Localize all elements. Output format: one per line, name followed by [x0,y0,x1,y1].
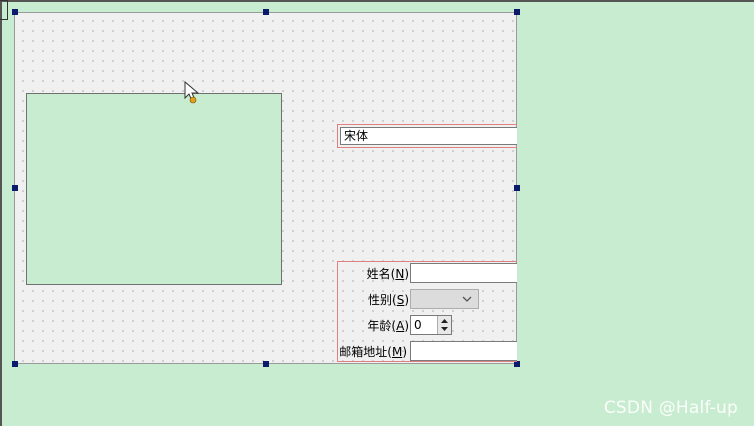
window-corner [0,0,8,20]
email-input[interactable] [410,341,517,361]
gender-combo-box[interactable] [410,289,479,309]
resize-handle-right[interactable] [514,185,520,191]
name-input[interactable] [410,263,517,283]
resize-handle-left[interactable] [12,185,18,191]
resize-handle-bottom-left[interactable] [12,361,18,367]
resize-handle-top[interactable] [263,9,269,15]
resize-handle-top-left[interactable] [12,9,18,15]
window-top-edge [0,0,754,2]
name-label: 姓名(N) [366,267,409,281]
age-spin-value: 0 [414,318,422,332]
spin-up-icon[interactable] [440,317,449,325]
font-layout: 宋体 [337,124,517,148]
font-combo-box[interactable]: 宋体 [340,127,517,145]
resize-handle-top-right[interactable] [514,9,520,15]
form-layout: 姓名(N) 性别(S) 年龄(A) 0 邮箱地址(M) [337,261,517,362]
age-label: 年龄(A) [367,319,409,333]
window-left-edge [0,0,2,426]
spin-down-icon[interactable] [440,325,449,333]
gender-label: 性别(S) [367,293,409,307]
email-label: 邮箱地址(M) [339,345,407,359]
age-spin-box[interactable]: 0 [410,315,452,335]
spin-buttons [437,316,451,334]
watermark: CSDN @Half-up [603,398,738,418]
green-frame-widget[interactable] [26,93,282,285]
chevron-down-icon [462,296,472,302]
resize-handle-bottom[interactable] [263,361,269,367]
arrow-cursor-icon [184,80,200,104]
